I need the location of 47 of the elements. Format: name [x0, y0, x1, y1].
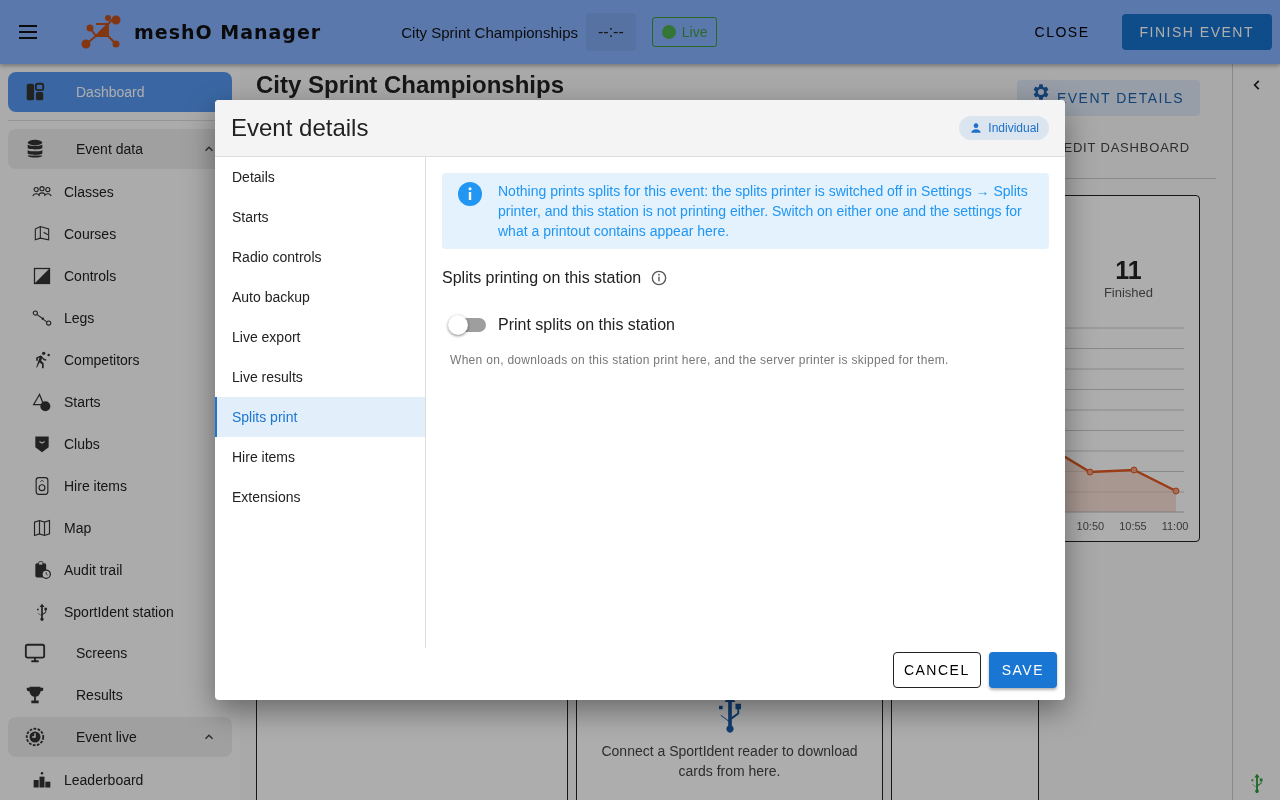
sidebar-item[interactable]: SportIdent station	[8, 591, 232, 633]
dialog-title: Event details	[231, 114, 369, 142]
control-flag-icon	[32, 266, 52, 286]
mode-chip: Individual	[959, 116, 1049, 140]
shield-icon	[32, 434, 52, 454]
data-point	[1130, 466, 1137, 474]
sidebar-item[interactable]: Screens	[8, 633, 232, 673]
section-title: Splits printing on this station	[442, 269, 642, 287]
trophy-icon	[24, 684, 46, 706]
edit-dashboard-button[interactable]: EDIT DASHBOARD	[1059, 135, 1194, 159]
finished-count: 11	[1115, 256, 1142, 285]
cancel-button[interactable]: CANCEL	[892, 652, 981, 688]
data-point	[1086, 468, 1093, 476]
map-icon	[32, 518, 52, 538]
close-button[interactable]: CLOSE	[1018, 16, 1106, 48]
info-icon	[458, 182, 482, 206]
time-label: 10:55	[1119, 520, 1147, 532]
help-text: When on, downloads on this station print here, and the server printer is skipped for them.	[450, 353, 950, 367]
event-name: City Sprint Championships	[401, 23, 578, 41]
data-point	[1172, 487, 1179, 495]
gear-icon	[1032, 84, 1049, 100]
sidebar-item[interactable]: Results	[8, 675, 232, 715]
clipboard-clock-icon	[32, 560, 52, 580]
info-icon[interactable]	[651, 270, 668, 286]
finish-event-button[interactable]: FINISH EVENT	[1121, 14, 1272, 50]
page-title: City Sprint Championships	[256, 72, 564, 98]
print-splits-switch[interactable]	[448, 315, 486, 335]
sidebar-item[interactable]: Event live	[8, 717, 232, 757]
time-label: 10:50	[1076, 520, 1105, 532]
switch-label: Print splits on this station	[498, 316, 675, 334]
sidebar-item[interactable]: Leaderboard	[8, 759, 232, 800]
podium-icon	[32, 770, 52, 790]
legs-icon	[32, 308, 52, 328]
clock: --:--	[586, 13, 636, 51]
info-message: Nothing prints splits for this event: the splits printer is switched off in Settings → Splits printer, and this station is not printing either. Switch on either one and the settings for what a printout contains appear here.	[498, 182, 1029, 241]
live-badge: Live	[651, 17, 718, 47]
person-icon	[969, 121, 984, 135]
dialog-nav-item[interactable]: Splits print	[215, 397, 425, 437]
time-label: 11:00	[1161, 520, 1189, 532]
stopwatch-icon	[24, 726, 46, 748]
save-button[interactable]: SAVE	[988, 652, 1057, 688]
app-name: meshO Manager	[134, 21, 322, 43]
dashboard-icon	[24, 81, 46, 103]
finished-label: Finished	[1103, 285, 1154, 300]
monitor-icon	[24, 642, 46, 664]
reader-message: Connect a SportIdent reader to download cards from here.	[600, 742, 859, 781]
start-clock-icon	[32, 392, 52, 412]
